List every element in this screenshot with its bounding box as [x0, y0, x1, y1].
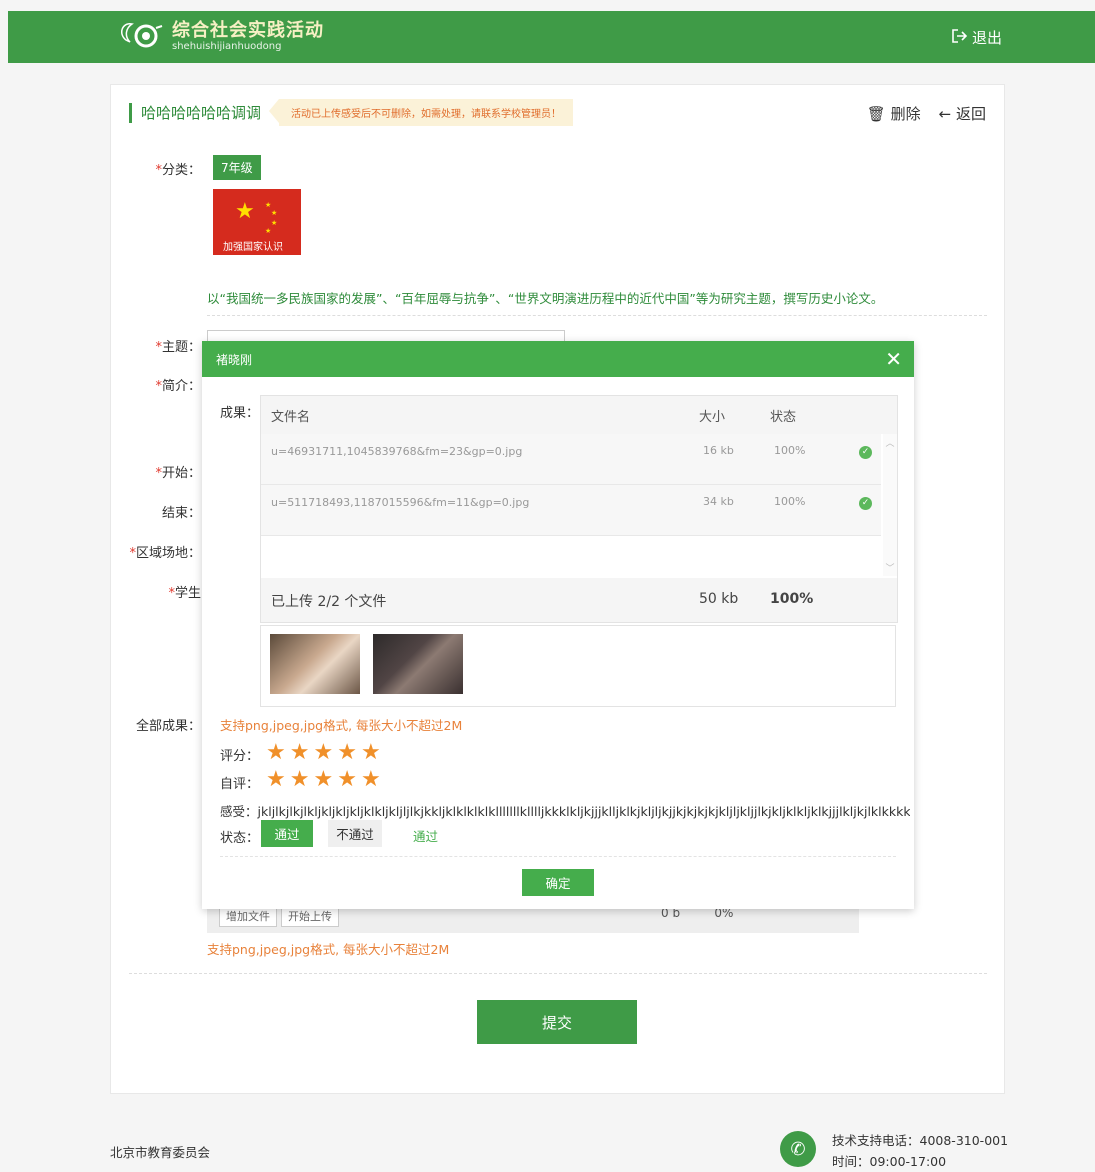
status-label: 状态：: [220, 831, 260, 846]
intro-label: *简介：: [155, 379, 201, 394]
theme-label: *主题：: [155, 340, 201, 355]
footer-org: 北京市教育委员会: [110, 1145, 211, 1160]
divider: [129, 973, 987, 974]
flag-caption: 加强国家认识: [223, 242, 283, 253]
self-score-stars[interactable]: ★ ★ ★ ★ ★: [266, 769, 381, 791]
score-label: 评分：: [220, 749, 260, 764]
back-button[interactable]: ← 返回: [939, 103, 986, 124]
table-header: 文件名 大小 状态: [261, 396, 897, 434]
pass-button[interactable]: 通过: [261, 820, 313, 847]
check-icon: ✓: [859, 446, 872, 459]
check-icon: ✓: [859, 497, 872, 510]
start-label: *开始：: [155, 466, 201, 481]
activity-header: 哈哈哈哈哈哈调调 活动已上传感受后不可删除，如需处理，请联系学校管理员！: [129, 99, 574, 126]
review-modal: 褚晓刚 ✕ 成果： 文件名 大小 状态 u=46931711,104583976…: [202, 341, 914, 909]
logout-button[interactable]: 退出: [952, 27, 1002, 48]
modal-header: 褚晓刚 ✕: [202, 341, 914, 377]
all-results-label: 全部成果：: [135, 719, 201, 734]
trash-icon: 🗑: [866, 105, 886, 123]
self-score-label: 自评：: [220, 777, 260, 792]
col-filename: 文件名: [271, 409, 311, 425]
app-subtitle: shehuishijianhuodong: [172, 41, 282, 52]
upload-tip: 支持png,jpeg,jpg格式, 每张大小不超过2M: [207, 942, 450, 957]
total-progress: 100%: [770, 591, 814, 607]
app-title: 综合社会实践活动: [172, 20, 324, 41]
flag-image: ★ ★ ★ ★ ★ 加强国家认识: [213, 189, 301, 255]
score-stars[interactable]: ★ ★ ★ ★ ★: [266, 742, 381, 764]
scrollbar[interactable]: ︿ ﹀: [883, 434, 897, 576]
format-tip: 支持png,jpeg,jpg格式, 每张大小不超过2M: [220, 718, 463, 733]
star-icon[interactable]: ★: [290, 769, 310, 791]
table-row: u=46931711,1045839768&fm=23&gp=0.jpg 16 …: [261, 434, 881, 485]
arrow-left-icon: ←: [938, 105, 952, 123]
file-status: 100%: [774, 444, 806, 457]
table-empty-area: [261, 536, 881, 576]
star-icon[interactable]: ★: [337, 769, 357, 791]
venue-label: *区域场地：: [129, 546, 201, 561]
footer-contact: 技术支持电话：4008-310-001 时间：09:00-17:00: [832, 1130, 1008, 1172]
feeling-row: 感受：jkljlkjlkjlkljkljkljkljklkljkljljlkjk…: [220, 801, 910, 820]
file-table: 文件名 大小 状态 u=46931711,1045839768&fm=23&gp…: [260, 395, 898, 623]
modal-title: 褚晓刚: [216, 352, 253, 367]
star-icon[interactable]: ★: [361, 769, 381, 791]
back-label: 返回: [955, 105, 986, 123]
star-icon[interactable]: ★: [313, 769, 333, 791]
grade-tag[interactable]: 7年级: [213, 155, 261, 180]
status-value: 通过: [413, 829, 439, 844]
delete-label: 删除: [890, 105, 921, 123]
end-label: 结束：: [161, 506, 201, 521]
star-icon[interactable]: ★: [290, 742, 310, 764]
divider: [220, 856, 896, 857]
scroll-down-icon[interactable]: ﹀: [883, 561, 897, 574]
student-label: *学生: [168, 586, 201, 601]
notice-banner: 活动已上传感受后不可删除，如需处理，请联系学校管理员！: [269, 99, 574, 126]
top-bar: 综合社会实践活动 shehuishijianhuodong 退出: [8, 11, 1095, 63]
star-icon[interactable]: ★: [337, 742, 357, 764]
logout-label: 退出: [971, 29, 1002, 47]
top-actions: 🗑 删除 ← 返回: [867, 103, 986, 124]
file-status: 100%: [774, 495, 806, 508]
result-label: 成果：: [220, 406, 260, 421]
file-name: u=511718493,1187015596&fm=11&gp=0.jpg: [271, 496, 530, 509]
thumbnail-image[interactable]: [270, 634, 360, 694]
col-status: 状态: [770, 409, 797, 425]
star-icon[interactable]: ★: [266, 742, 286, 764]
scroll-up-icon[interactable]: ︿: [883, 436, 897, 449]
delete-button[interactable]: 🗑 删除: [867, 103, 921, 124]
logo: 综合社会实践活动 shehuishijianhuodong: [116, 19, 324, 55]
confirm-button[interactable]: 确定: [522, 869, 594, 896]
feeling-label: 感受：: [220, 804, 258, 819]
phone-icon: ✆: [780, 1131, 816, 1167]
thumbnail-image[interactable]: [373, 634, 463, 694]
star-icon[interactable]: ★: [313, 742, 333, 764]
category-label: *分类：: [155, 163, 201, 178]
table-footer: 已上传 2/2 个文件 50 kb 100%: [261, 578, 897, 622]
close-icon[interactable]: ✕: [885, 349, 902, 369]
file-name: u=46931711,1045839768&fm=23&gp=0.jpg: [271, 445, 523, 458]
file-size: 16 kb: [703, 444, 734, 457]
submit-button[interactable]: 提交: [477, 1000, 637, 1044]
col-size: 大小: [699, 409, 726, 425]
star-icon: ★: [235, 199, 255, 224]
star-icon[interactable]: ★: [361, 742, 381, 764]
file-size: 34 kb: [703, 495, 734, 508]
upload-summary: 已上传 2/2 个文件: [271, 594, 387, 610]
divider: [207, 315, 987, 316]
support-phone: 技术支持电话：4008-310-001: [832, 1133, 1009, 1148]
logout-icon: [952, 28, 968, 47]
activity-title: 哈哈哈哈哈哈调调: [141, 104, 262, 122]
title-accent: [129, 102, 132, 123]
logo-icon: [116, 20, 168, 54]
thumbnail-list: [260, 625, 896, 707]
fail-button[interactable]: 不通过: [328, 820, 382, 847]
activity-description: 以“我国统一多民族国家的发展”、“百年屈辱与抗争”、“世界文明演进历程中的近代中…: [207, 291, 884, 306]
star-icon[interactable]: ★: [266, 769, 286, 791]
total-size: 50 kb: [699, 591, 739, 607]
table-row: u=511718493,1187015596&fm=11&gp=0.jpg 34…: [261, 485, 881, 536]
feeling-text: jkljlkjlkjlkljkljkljkljklkljkljljlkjkklj…: [257, 804, 910, 819]
